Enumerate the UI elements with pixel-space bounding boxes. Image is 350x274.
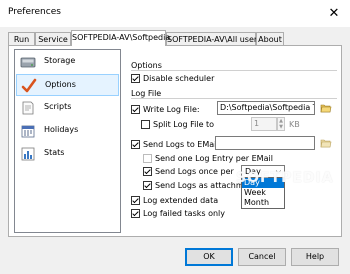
- log-failed-label: Log failed tasks only: [143, 209, 226, 218]
- title-bar[interactable]: Preferences ✕: [0, 0, 350, 27]
- nav-label-stats: Stats: [44, 148, 65, 157]
- write-log-file-label: Write Log File:: [143, 105, 200, 114]
- nav-item-scripts[interactable]: Scripts: [16, 97, 119, 119]
- send-logs-email-label: Send Logs to EMail:: [143, 140, 222, 149]
- disable-scheduler-checkbox[interactable]: [131, 74, 140, 83]
- nav-item-options[interactable]: Options: [16, 74, 119, 96]
- help-button[interactable]: Help: [291, 248, 339, 266]
- nav-label-holidays: Holidays: [44, 125, 79, 134]
- send-logs-email-checkbox[interactable]: [131, 140, 140, 149]
- option-week[interactable]: Week: [242, 188, 284, 198]
- calendar-icon: [21, 125, 35, 138]
- log-failed-checkbox[interactable]: [131, 209, 140, 218]
- send-one-entry-checkbox[interactable]: [143, 154, 152, 163]
- send-as-attachment-checkbox[interactable]: [143, 181, 152, 190]
- options-pane: Options Disable scheduler Log File Write…: [127, 46, 341, 236]
- nav-label-scripts: Scripts: [44, 102, 72, 111]
- cancel-button[interactable]: Cancel: [238, 248, 286, 266]
- scripts-icon: [22, 101, 34, 115]
- tab-softpedia-user[interactable]: SOFTPEDIA-AV\Softpedia: [71, 30, 170, 46]
- close-button[interactable]: ✕: [318, 0, 350, 27]
- category-list: Storage Options Scripts Holidays Stats: [14, 49, 121, 233]
- split-size-unit: KB: [289, 120, 300, 129]
- close-icon: ✕: [328, 6, 340, 21]
- tab-about[interactable]: About: [256, 32, 284, 46]
- tab-service[interactable]: Service: [35, 32, 71, 46]
- email-address-input[interactable]: [215, 136, 315, 150]
- storage-icon: [20, 57, 36, 68]
- folder-open-icon[interactable]: [320, 102, 332, 114]
- nav-item-storage[interactable]: Storage: [16, 51, 119, 73]
- tab-all-users[interactable]: SOFTPEDIA-AV\All users: [166, 32, 261, 46]
- options-separator: [131, 70, 337, 71]
- logfile-separator: [131, 98, 337, 99]
- split-size-input[interactable]: 1: [251, 117, 277, 131]
- stats-chart-icon: [21, 147, 35, 161]
- nav-label-options: Options: [45, 80, 76, 89]
- logfile-group-title: Log File: [131, 89, 162, 98]
- write-log-file-checkbox[interactable]: [131, 105, 140, 114]
- log-extended-checkbox[interactable]: [131, 196, 140, 205]
- tab-run[interactable]: Run: [8, 32, 35, 46]
- window-title: Preferences: [8, 7, 61, 17]
- tab-panel: Storage Options Scripts Holidays Stats O…: [8, 45, 342, 237]
- log-extended-label: Log extended data: [143, 196, 219, 205]
- checkmark-icon: [21, 78, 37, 93]
- disable-scheduler-label: Disable scheduler: [143, 74, 215, 83]
- send-once-per-checkbox[interactable]: [143, 167, 152, 176]
- send-one-entry-label: Send one Log Entry per EMail: [155, 154, 273, 163]
- split-log-file-label: Split Log File to: [153, 120, 215, 129]
- split-size-spinner[interactable]: ▲ ▼: [277, 117, 285, 131]
- send-once-per-label: Send Logs once per: [155, 167, 234, 176]
- log-file-path-input[interactable]: D:\Softpedia\Softpedia Tes: [217, 101, 315, 115]
- nav-label-storage: Storage: [44, 56, 76, 65]
- preferences-window: Preferences ✕ Run Service SOFTPEDIA-AV\S…: [0, 0, 350, 274]
- option-month[interactable]: Month: [242, 198, 284, 208]
- email-folder-icon[interactable]: [320, 137, 332, 149]
- nav-item-stats[interactable]: Stats: [16, 143, 119, 165]
- softpedia-watermark: SOFTPEDIA: [236, 170, 334, 186]
- split-log-file-checkbox[interactable]: [141, 120, 150, 129]
- nav-item-holidays[interactable]: Holidays: [16, 120, 119, 142]
- ok-button[interactable]: OK: [185, 248, 233, 266]
- options-group-title: Options: [131, 61, 162, 70]
